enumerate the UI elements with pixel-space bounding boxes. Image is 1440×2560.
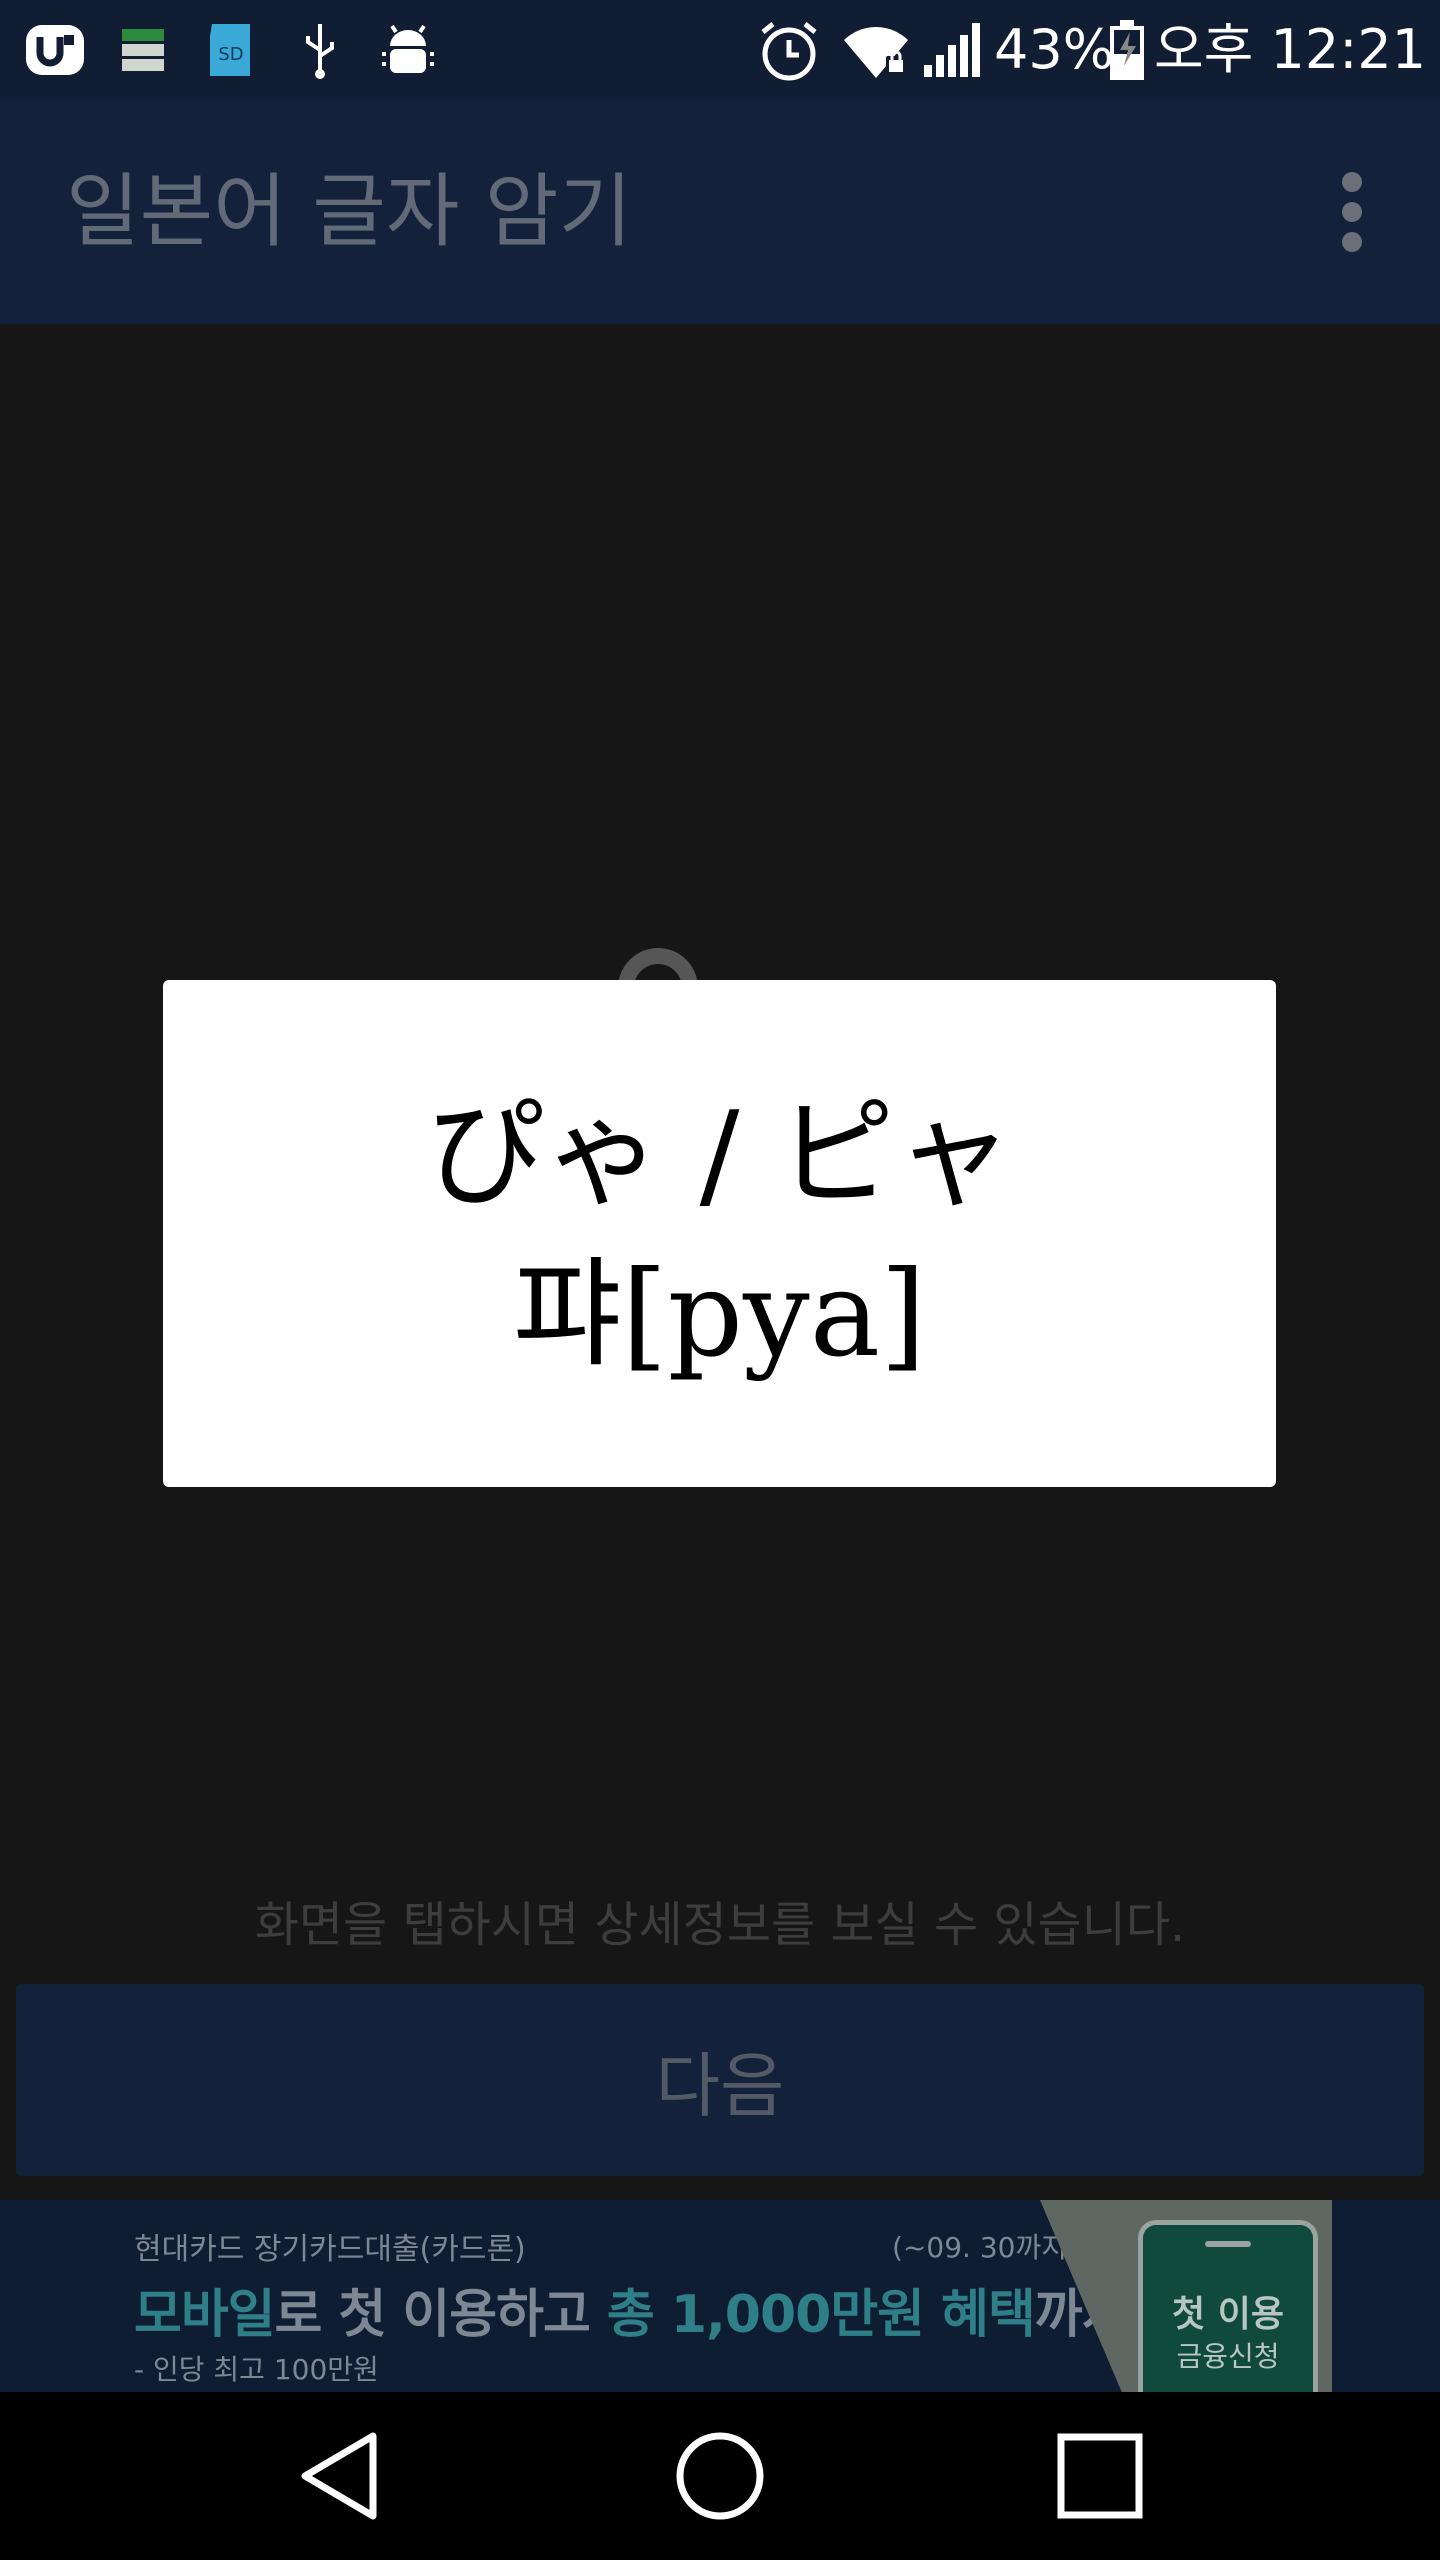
sd-card-icon: SD — [206, 18, 256, 82]
navigation-bar — [0, 2392, 1440, 2560]
android-debug-icon — [380, 18, 436, 82]
clock: 오후 12:21 — [1154, 18, 1427, 81]
back-icon[interactable] — [290, 2426, 390, 2526]
flashcard-dialog[interactable]: ぴゃ / ピャ 퍄[pya] — [163, 980, 1276, 1487]
battery-charging-icon — [1106, 18, 1148, 82]
alarm-icon — [756, 18, 822, 82]
ad-headline-a: 모바일 — [134, 2285, 276, 2345]
uplus-icon — [22, 18, 88, 82]
ad-line1: 현대카드 장기카드대출(카드론) — [134, 2232, 526, 2267]
ad-headline: 모바일로 첫 이용하고 총 1,000만원 혜택까지!! — [134, 2272, 1175, 2347]
ad-banner[interactable]: 현대카드 장기카드대출(카드론) (~09. 30까지) 모바일로 첫 이용하고… — [0, 2200, 1440, 2392]
tap-hint: 화면을 탭하시면 상세정보를 보실 수 있습니다. — [254, 1897, 1186, 1953]
ad-cta1: 첫 이용 — [1172, 2294, 1284, 2335]
phone-icon: 첫 이용 금융신청 — [1138, 2220, 1318, 2392]
battery-percent: 43% — [994, 18, 1115, 81]
ad-line3: - 인당 최고 100만원 — [134, 2353, 379, 2386]
app-title: 일본어 글자 암기 — [66, 165, 633, 258]
ad-headline-b: 로 첫 이용하고 — [274, 2285, 607, 2345]
ad-cta2: 금융신청 — [1176, 2340, 1280, 2373]
reading-text: 퍄[pya] — [512, 1244, 927, 1383]
kana-text: ぴゃ / ピャ — [426, 1084, 1013, 1223]
status-bar: SD 43% 오후 12:21 — [0, 0, 1440, 100]
home-icon[interactable] — [670, 2426, 770, 2526]
storage-icon — [118, 18, 168, 82]
ad-headline-c: 총 1,000만원 혜택 — [606, 2285, 1036, 2345]
signal-icon — [920, 18, 986, 82]
more-vert-icon[interactable] — [1320, 160, 1384, 264]
next-button[interactable]: 다음 — [16, 1984, 1424, 2176]
recents-icon[interactable] — [1050, 2426, 1150, 2526]
app-bar: 일본어 글자 암기 — [0, 100, 1440, 324]
ad-period: (~09. 30까지) — [892, 2231, 1078, 2264]
svg-text:SD: SD — [218, 44, 243, 65]
wifi-lock-icon — [842, 18, 912, 82]
usb-icon — [298, 18, 342, 82]
